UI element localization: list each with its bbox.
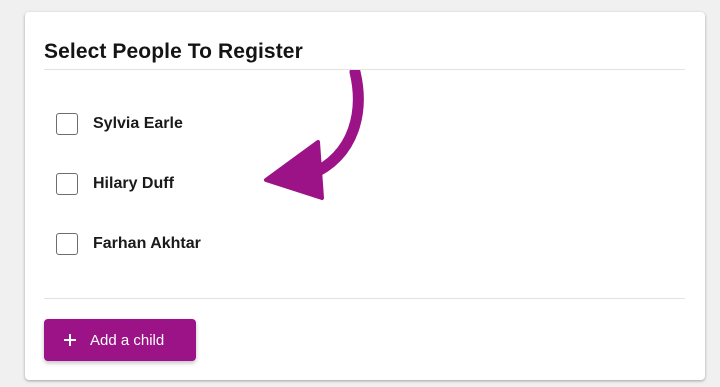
checkbox[interactable] — [56, 113, 78, 135]
add-child-button[interactable]: Add a child — [44, 319, 196, 361]
checkbox[interactable] — [56, 173, 78, 195]
person-row-farhan-akhtar[interactable]: Farhan Akhtar — [56, 214, 201, 274]
arrow-head — [264, 140, 324, 200]
footer-divider — [44, 298, 685, 299]
add-child-label: Add a child — [90, 331, 165, 349]
curved-arrow-icon — [264, 70, 364, 200]
card-title: Select People To Register — [44, 40, 303, 63]
people-list: Sylvia Earle Hilary Duff Farhan Akhtar — [56, 108, 201, 274]
person-name: Hilary Duff — [93, 175, 174, 192]
person-row-hilary-duff[interactable]: Hilary Duff — [56, 154, 201, 214]
plus-icon — [64, 334, 76, 346]
person-name: Sylvia Earle — [93, 115, 183, 132]
checkbox[interactable] — [56, 233, 78, 255]
person-row-sylvia-earle[interactable]: Sylvia Earle — [56, 94, 201, 154]
person-name: Farhan Akhtar — [93, 235, 201, 252]
